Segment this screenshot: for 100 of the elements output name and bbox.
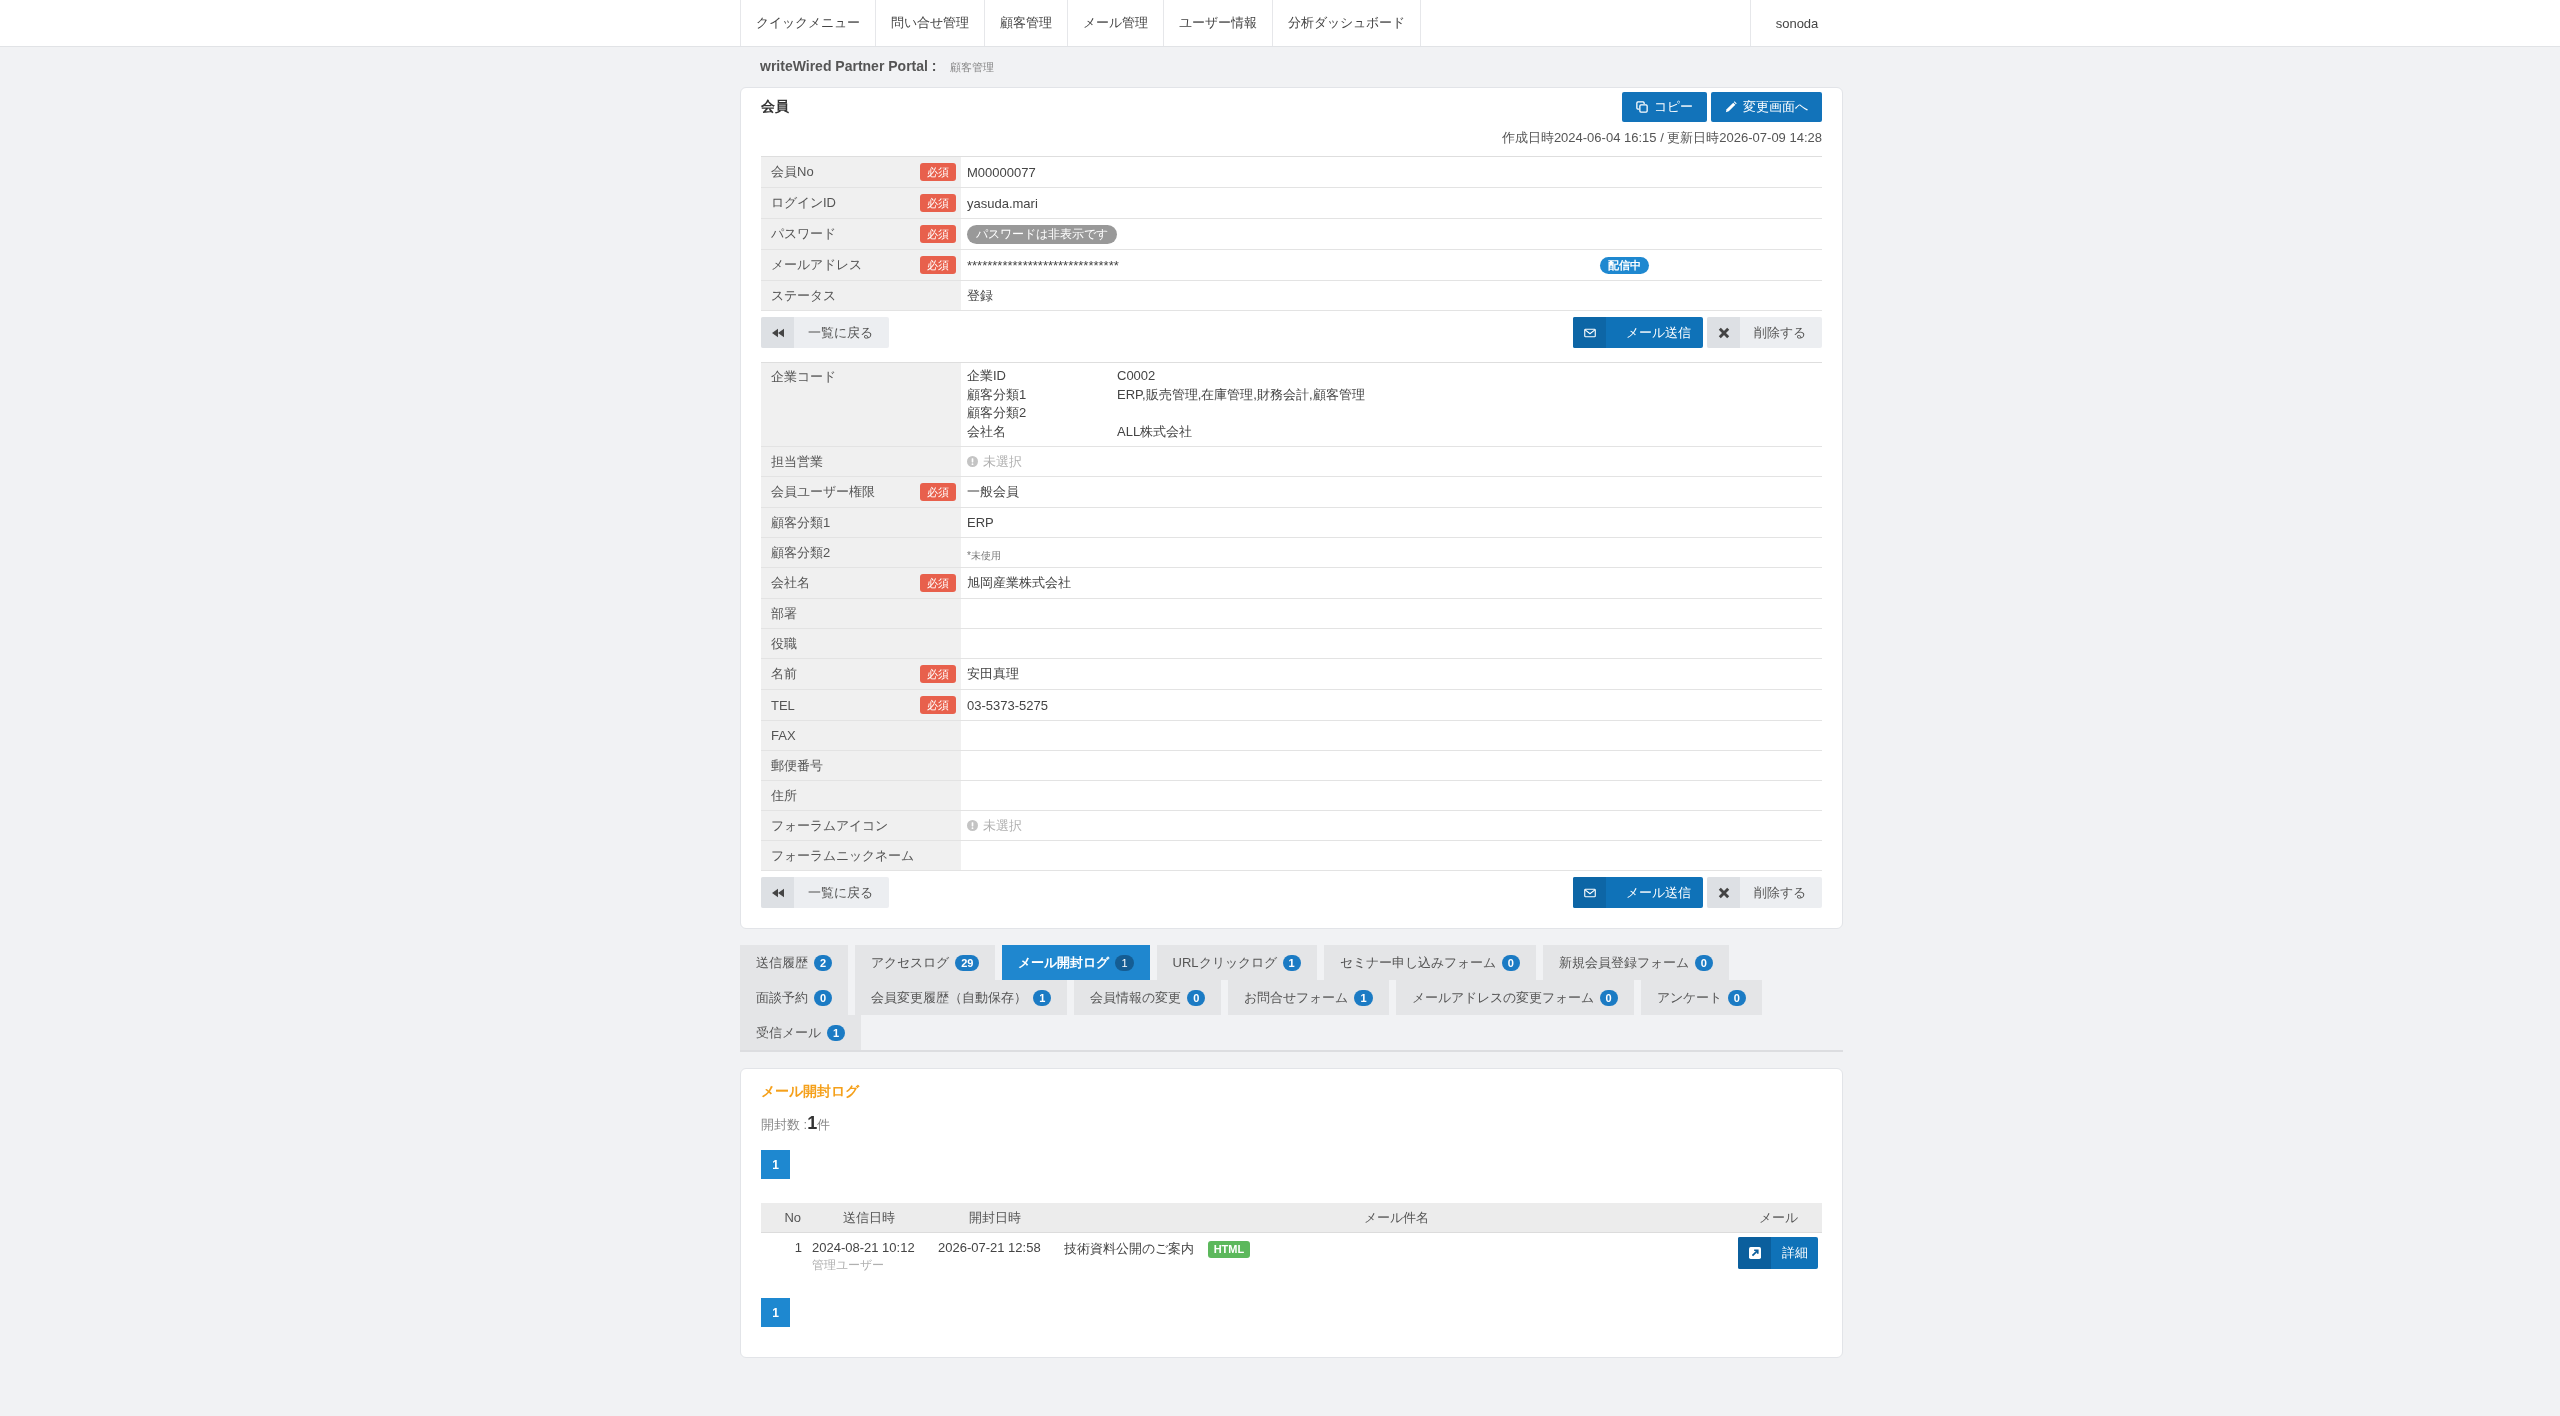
panel-title: メール開封ログ bbox=[761, 1083, 859, 1100]
count-badge: 1 bbox=[1033, 989, 1052, 1006]
field-value: 03-5373-5275 bbox=[967, 697, 1048, 713]
count-badge: 0 bbox=[1727, 989, 1746, 1006]
tab[interactable]: 送信履歴 2 bbox=[740, 945, 849, 981]
column-header: メール bbox=[1758, 1209, 1798, 1225]
required-badge: 必須 bbox=[920, 163, 956, 181]
table-cell: 技術資料公開のご案内 bbox=[1064, 1241, 1194, 1257]
rewind-icon bbox=[761, 317, 794, 348]
column-header: 送信日時 bbox=[843, 1209, 895, 1225]
count-badge: 0 bbox=[1694, 954, 1713, 971]
timestamps: 作成日時2024-06-04 16:15 / 更新日時2026-07-09 14:28 bbox=[1501, 130, 1822, 145]
tab[interactable]: 面談予約 0 bbox=[740, 980, 849, 1016]
field-value: 登録 bbox=[967, 286, 993, 305]
field-label: 部署 bbox=[771, 604, 797, 623]
tab[interactable]: メール開封ログ 1 bbox=[1002, 945, 1150, 981]
field-label: 企業コード bbox=[771, 368, 836, 386]
tab[interactable]: 新規会員登録フォーム 0 bbox=[1542, 945, 1729, 981]
field-value: yasuda.mari bbox=[967, 195, 1038, 211]
required-badge: 必須 bbox=[920, 665, 956, 684]
nav-menu-item[interactable]: 問い合せ管理 bbox=[875, 0, 984, 46]
field-value: ****************************** bbox=[967, 257, 1119, 273]
nav-menu-item[interactable]: クイックメニュー bbox=[740, 0, 875, 46]
field-label: フォーラムニックネーム bbox=[771, 846, 914, 865]
tab[interactable]: アンケート 0 bbox=[1640, 980, 1762, 1016]
nav-menu-item[interactable]: ユーザー情報 bbox=[1163, 0, 1272, 46]
envelope-icon bbox=[1573, 877, 1606, 909]
column-header: 開封日時 bbox=[969, 1209, 1021, 1225]
user-menu[interactable]: sonoda bbox=[1750, 0, 1843, 46]
tab[interactable]: URLクリックログ 1 bbox=[1156, 945, 1317, 981]
portal-title: writeWired Partner Portal : bbox=[760, 58, 937, 74]
status-badge: 配信中 bbox=[1600, 256, 1649, 274]
tab[interactable]: 会員情報の変更 0 bbox=[1074, 980, 1222, 1016]
table-cell: 2024-08-21 10:12 bbox=[812, 1240, 915, 1256]
send-mail-button[interactable]: メール送信 bbox=[1573, 877, 1703, 909]
alert-icon bbox=[967, 456, 978, 468]
required-badge: 必須 bbox=[920, 194, 956, 212]
field-label: TEL bbox=[771, 697, 795, 713]
field-label: ログインID bbox=[771, 194, 836, 212]
nav-menu-item[interactable]: 顧客管理 bbox=[984, 0, 1067, 46]
required-badge: 必須 bbox=[920, 696, 956, 715]
count-badge: 1 bbox=[1282, 954, 1301, 971]
back-button[interactable]: 一覧に戻る bbox=[761, 317, 889, 348]
detail-value: ERP,販売管理,在庫管理,財務会計,顧客管理 bbox=[1117, 386, 1365, 402]
count-badge: 1 bbox=[1115, 954, 1134, 971]
tab[interactable]: アクセスログ 29 bbox=[855, 945, 996, 981]
count-badge: 0 bbox=[1599, 989, 1618, 1006]
field-label: 顧客分類2 bbox=[771, 543, 831, 562]
field-label: メールアドレス bbox=[771, 256, 862, 274]
send-mail-button[interactable]: メール送信 bbox=[1573, 317, 1703, 348]
unselected-text: 未選択 bbox=[983, 452, 1022, 471]
detail-value: C0002 bbox=[1117, 368, 1156, 383]
field-value: M00000077 bbox=[967, 164, 1036, 180]
tab[interactable]: 会員変更履歴（自動保存） 1 bbox=[855, 980, 1068, 1016]
tab[interactable]: お問合せフォーム 1 bbox=[1228, 980, 1389, 1016]
field-value: 旭岡産業株式会社 bbox=[967, 574, 1071, 593]
detail-button[interactable]: 詳細 bbox=[1738, 1237, 1818, 1270]
field-value: 一般会員 bbox=[967, 483, 1019, 502]
count-badge: 29 bbox=[955, 954, 980, 971]
count-badge: 2 bbox=[814, 954, 833, 971]
copy-button[interactable]: コピー bbox=[1622, 92, 1707, 122]
count-badge: 0 bbox=[1501, 954, 1520, 971]
field-label: フォーラムアイコン bbox=[771, 816, 888, 835]
detail-value: ALL株式会社 bbox=[1117, 423, 1193, 439]
detail-key: 顧客分類1 bbox=[967, 386, 1027, 402]
column-header: No bbox=[784, 1210, 801, 1226]
field-label: 会員No bbox=[771, 163, 814, 181]
delete-button[interactable]: 削除する bbox=[1707, 877, 1822, 909]
back-button[interactable]: 一覧に戻る bbox=[761, 877, 889, 909]
field-note: *未使用 bbox=[967, 548, 1001, 563]
breadcrumb-page: 顧客管理 bbox=[950, 60, 995, 75]
field-label: 役職 bbox=[771, 634, 797, 653]
table-cell: 2026-07-21 12:58 bbox=[938, 1240, 1041, 1256]
rewind-icon bbox=[761, 877, 794, 909]
field-label: FAX bbox=[771, 728, 796, 744]
required-badge: 必須 bbox=[920, 225, 956, 243]
required-badge: 必須 bbox=[920, 256, 956, 274]
field-label: 住所 bbox=[771, 786, 797, 805]
unselected-text: 未選択 bbox=[983, 816, 1022, 835]
format-badge: HTML bbox=[1207, 1241, 1251, 1259]
delete-button[interactable]: 削除する bbox=[1707, 317, 1822, 348]
field-label: パスワード bbox=[771, 225, 836, 243]
tab[interactable]: 受信メール 1 bbox=[740, 1015, 862, 1051]
tab[interactable]: メールアドレスの変更フォーム 0 bbox=[1395, 980, 1634, 1016]
field-value: 安田真理 bbox=[967, 665, 1019, 684]
tab[interactable]: セミナー申し込みフォーム 0 bbox=[1323, 945, 1536, 981]
field-label: 会員ユーザー権限 bbox=[771, 483, 875, 502]
field-label: 顧客分類1 bbox=[771, 513, 831, 532]
pencil-icon bbox=[1725, 101, 1737, 113]
card-title: 会員 bbox=[761, 98, 789, 116]
count-badge: 0 bbox=[1187, 989, 1206, 1006]
sender-name: 管理ユーザー bbox=[812, 1257, 884, 1275]
external-link-icon bbox=[1738, 1237, 1771, 1270]
nav-menu-item[interactable]: メール管理 bbox=[1067, 0, 1163, 46]
page-button[interactable]: 1 bbox=[761, 1298, 790, 1328]
field-label: 名前 bbox=[771, 665, 797, 684]
nav-menu-item[interactable]: 分析ダッシュボード bbox=[1272, 0, 1421, 46]
edit-button[interactable]: 変更画面へ bbox=[1711, 92, 1822, 122]
page-button[interactable]: 1 bbox=[761, 1150, 790, 1180]
required-badge: 必須 bbox=[920, 574, 956, 593]
